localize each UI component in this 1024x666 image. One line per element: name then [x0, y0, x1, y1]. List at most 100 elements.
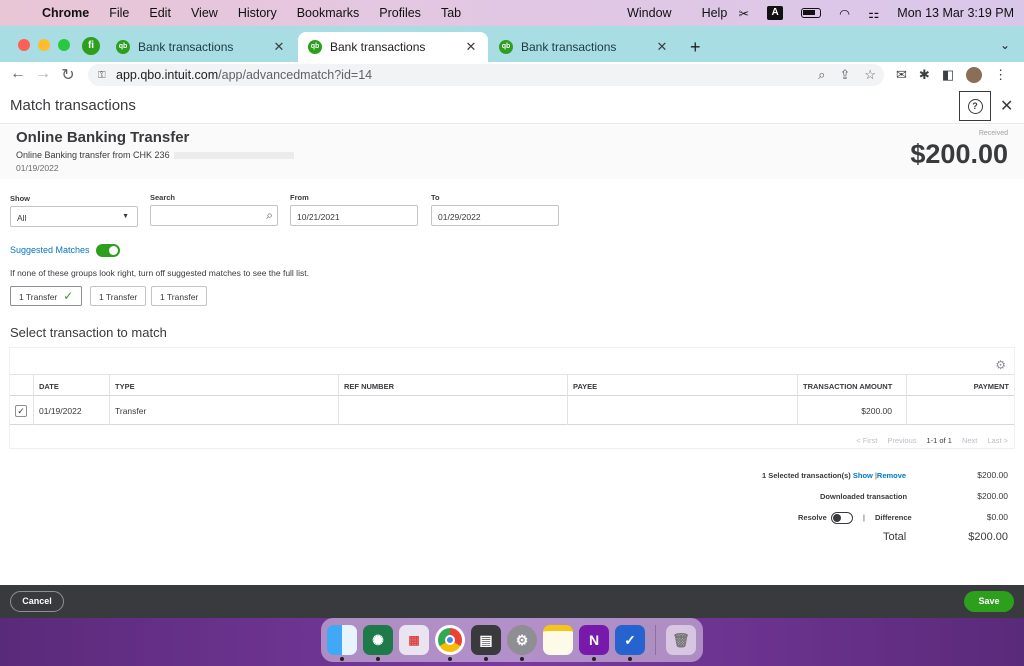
row-checkbox[interactable]: ✓: [15, 405, 27, 417]
bookmark-star-icon[interactable]: ☆: [864, 67, 876, 83]
menu-edit[interactable]: Edit: [149, 6, 171, 20]
scissors-icon[interactable]: ✂: [739, 6, 749, 21]
show-label: Show: [10, 194, 30, 203]
system-settings-icon[interactable]: ⚙: [507, 625, 537, 661]
menu-window[interactable]: Window: [627, 6, 671, 20]
trash-icon[interactable]: 🗑: [666, 625, 696, 655]
tasks-icon[interactable]: ✓: [615, 625, 645, 661]
control-center-icon[interactable]: ⚏: [868, 6, 879, 21]
profile-avatar[interactable]: [966, 67, 983, 83]
cell-payment[interactable]: [906, 396, 1014, 425]
downloaded-label: Downloaded transaction: [820, 492, 908, 501]
calculator-icon[interactable]: ▤: [471, 625, 501, 661]
menu-help[interactable]: Help: [702, 6, 728, 20]
cell-payee: [567, 396, 797, 425]
table-row[interactable]: ✓ 01/19/2022 Transfer $200.00: [10, 396, 1014, 425]
tab-search-chevron-icon[interactable]: ⌄: [1000, 38, 1010, 52]
close-icon[interactable]: ✕: [1000, 96, 1013, 116]
tab-bank-transactions-2[interactable]: qb Bank transactions ✕: [298, 32, 488, 62]
mail-extension-icon[interactable]: ✉: [896, 67, 907, 83]
save-button[interactable]: Save: [964, 591, 1014, 612]
search-input[interactable]: ⌕: [150, 205, 278, 226]
cell-amount: $200.00: [797, 396, 906, 425]
new-tab-icon[interactable]: +: [690, 37, 701, 58]
from-date-input[interactable]: 10/21/2021: [290, 205, 418, 226]
column-transaction-amount[interactable]: TRANSACTION AMOUNT: [797, 375, 906, 397]
maximize-window-button[interactable]: [58, 39, 70, 51]
menu-app-name[interactable]: Chrome: [42, 6, 89, 20]
close-tab-icon[interactable]: ✕: [272, 39, 286, 55]
tab-bank-transactions-3[interactable]: qb Bank transactions ✕: [489, 32, 679, 62]
resolve-toggle[interactable]: [830, 512, 853, 524]
back-arrow-icon[interactable]: ←: [8, 65, 28, 83]
group-button-1[interactable]: 1 Transfer ✓: [10, 286, 83, 306]
close-tab-icon[interactable]: ✕: [655, 39, 669, 55]
suggested-matches-toggle[interactable]: [96, 244, 120, 257]
pager-next[interactable]: Next: [962, 436, 977, 445]
quickbooks-icon: qb: [499, 40, 513, 54]
pager-range: 1-1 of 1: [926, 436, 952, 445]
selected-summary: 1 Selected transaction(s) Show |Remove: [762, 471, 907, 480]
quickbooks-icon: qb: [308, 40, 322, 54]
chrome-icon[interactable]: [435, 625, 465, 661]
finder-icon[interactable]: [327, 625, 357, 661]
menu-tab[interactable]: Tab: [441, 6, 461, 20]
tab-bank-transactions-1[interactable]: qb Bank transactions ✕: [106, 32, 296, 62]
share-icon[interactable]: ⇪: [839, 67, 850, 83]
close-tab-icon[interactable]: ✕: [464, 39, 478, 55]
battery-icon[interactable]: [801, 8, 822, 18]
menu-history[interactable]: History: [238, 6, 277, 20]
group-button-3[interactable]: 1 Transfer: [151, 286, 208, 306]
from-label: From: [290, 193, 309, 202]
site-info-icon[interactable]: ⚿: [98, 70, 108, 81]
address-bar[interactable]: ⚿ app.qbo.intuit.com/app/advancedmatch?i…: [88, 64, 884, 86]
menu-view[interactable]: View: [191, 6, 218, 20]
suggested-matches-hint: If none of these groups look right, turn…: [10, 268, 309, 278]
search-icon[interactable]: ⌕: [266, 208, 273, 223]
to-label: To: [431, 193, 440, 202]
help-button[interactable]: ?: [959, 91, 991, 121]
column-date[interactable]: DATE: [33, 375, 109, 397]
column-type[interactable]: TYPE: [109, 375, 338, 397]
minimize-window-button[interactable]: [38, 39, 50, 51]
show-link[interactable]: Show: [853, 471, 873, 480]
onenote-icon[interactable]: N: [579, 625, 609, 661]
extensions-puzzle-icon[interactable]: ✱: [919, 67, 930, 83]
chrome-menu-icon[interactable]: ⋮: [994, 67, 1007, 83]
show-select-value: All: [17, 213, 27, 223]
reload-icon[interactable]: ↻: [58, 65, 78, 85]
wifi-icon[interactable]: ◠: [839, 6, 850, 21]
pager-last[interactable]: Last >: [987, 436, 1008, 445]
menu-profiles[interactable]: Profiles: [379, 6, 421, 20]
side-panel-icon[interactable]: ◧: [942, 67, 954, 83]
launchpad-icon[interactable]: ▦: [399, 625, 429, 655]
zoom-icon[interactable]: ⌕: [818, 67, 825, 83]
input-source-icon[interactable]: A: [767, 6, 784, 20]
cancel-button[interactable]: Cancel: [10, 591, 64, 612]
pager-previous[interactable]: Previous: [887, 436, 916, 445]
close-window-button[interactable]: [18, 39, 30, 51]
pager-first[interactable]: < First: [856, 436, 877, 445]
notes-icon[interactable]: [543, 625, 573, 655]
menu-file[interactable]: File: [109, 6, 129, 20]
chrome-tab-strip: fi qb Bank transactions ✕ qb Bank transa…: [0, 26, 1024, 62]
url-text[interactable]: app.qbo.intuit.com/app/advancedmatch?id=…: [116, 68, 372, 82]
column-payee[interactable]: PAYEE: [567, 375, 797, 397]
group-button-2[interactable]: 1 Transfer: [90, 286, 147, 306]
cell-ref-number: [338, 396, 567, 425]
chatgpt-icon[interactable]: ✺: [363, 625, 393, 661]
gear-icon[interactable]: ⚙: [995, 358, 1006, 372]
menu-bookmarks[interactable]: Bookmarks: [297, 6, 360, 20]
pinned-tab-icon[interactable]: fi: [82, 37, 100, 55]
show-select[interactable]: All ▼: [10, 206, 138, 227]
column-ref-number[interactable]: REF NUMBER: [338, 375, 567, 397]
menubar-clock[interactable]: Mon 13 Mar 3:19 PM: [897, 6, 1014, 20]
remove-link[interactable]: Remove: [877, 471, 906, 480]
dock-separator: [655, 625, 656, 655]
column-payment[interactable]: PAYMENT: [906, 375, 1014, 397]
to-date-input[interactable]: 01/29/2022: [431, 205, 559, 226]
resolve-group: Resolve | Difference: [798, 512, 912, 524]
help-icon: ?: [967, 98, 983, 114]
forward-arrow-icon[interactable]: →: [33, 65, 53, 83]
section-title: Select transaction to match: [10, 325, 167, 340]
